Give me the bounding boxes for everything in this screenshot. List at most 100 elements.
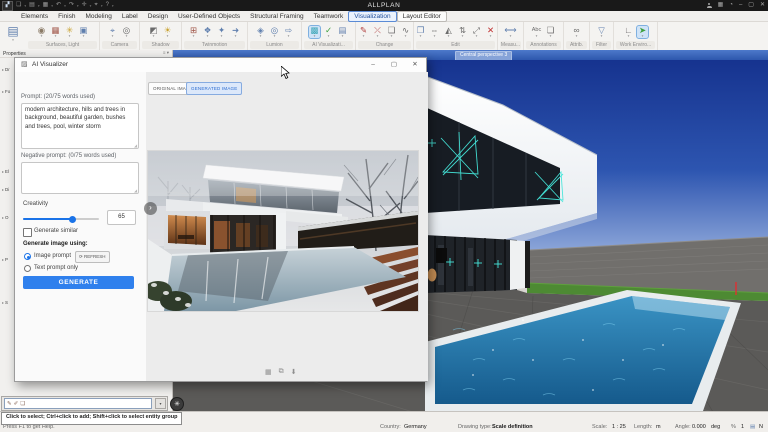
properties-item[interactable]: ▸S <box>2 300 8 305</box>
save-icon[interactable]: ⬇ <box>291 368 297 376</box>
lumion-view-icon[interactable]: ◎▾ <box>269 26 280 38</box>
tab-generated-image[interactable]: GENERATED IMAGE <box>186 82 242 95</box>
sun-icon[interactable]: ☀▾ <box>162 26 173 38</box>
dialog-minimize-button[interactable]: – <box>366 60 380 70</box>
resize-handle-icon[interactable]: ◢ <box>134 188 137 193</box>
mirror-icon[interactable]: ⇔▾ <box>429 26 440 38</box>
lumion-export-icon[interactable]: ◈▾ <box>255 26 266 38</box>
render-surface-icon[interactable]: ◉▾ <box>36 26 47 38</box>
ai-image-icon[interactable]: ▤▾ <box>337 26 348 38</box>
generate-similar-checkbox[interactable] <box>23 228 32 237</box>
angle-value[interactable]: 0.000 <box>692 424 706 430</box>
minimize-icon[interactable]: – <box>739 0 742 11</box>
resize-handle-icon[interactable]: ◢ <box>134 143 137 148</box>
length-value[interactable]: m <box>656 424 661 430</box>
match-icon[interactable]: ✐ <box>14 401 19 407</box>
copy-icon[interactable]: ⧉ <box>279 368 284 376</box>
properties-item[interactable]: ▸Dr <box>2 67 10 72</box>
copy-icon[interactable]: ❐▾ <box>415 26 426 38</box>
properties-header-icons[interactable]: ≡ ▾ <box>163 50 169 56</box>
refresh-icon: ⟳ <box>79 254 83 259</box>
prompt-input[interactable]: modern architecture, hills and trees in … <box>21 103 139 149</box>
twinmotion-sync-icon[interactable]: ✦▾ <box>216 26 227 38</box>
modify-split-icon[interactable]: ⤫▾ <box>372 26 383 38</box>
lumion-open-icon[interactable]: ⇨▾ <box>283 26 294 38</box>
camera-path-icon[interactable]: ⌖▾ <box>107 26 118 38</box>
menu-tab-finish[interactable]: Finish <box>53 12 80 21</box>
clipboard-icon[interactable]: ❏ <box>20 401 25 407</box>
projector-icon[interactable]: ▣▾ <box>78 26 89 38</box>
panel-collapse-icon[interactable]: ▾ <box>167 50 169 55</box>
shadow-icon[interactable]: ◩▾ <box>148 26 159 38</box>
modify-doc-icon[interactable]: ❏▾ <box>386 26 397 38</box>
filter-funnel-icon[interactable]: ▽▾ <box>596 26 607 38</box>
text-prompt-radio[interactable] <box>24 265 31 272</box>
angle-unit[interactable]: deg <box>711 424 720 430</box>
delete-icon[interactable]: ✕▾ <box>485 26 496 38</box>
close-icon[interactable]: ✕ <box>760 0 765 11</box>
menu-tab-user-defined-objects[interactable]: User-Defined Objects <box>173 12 245 21</box>
menu-tab-visualization[interactable]: Visualization <box>348 11 396 22</box>
quality-check-icon[interactable]: ✓▾ <box>323 26 334 38</box>
user-icon[interactable] <box>707 3 712 8</box>
drawing-type-value[interactable]: Scale definition <box>492 424 533 430</box>
refresh-button[interactable]: ⟳ REFRESH <box>75 251 110 263</box>
image-prompt-radio[interactable] <box>24 253 31 260</box>
layer-icon[interactable]: ▤ <box>750 424 755 430</box>
menu-tab-modeling[interactable]: Modeling <box>80 12 116 21</box>
creativity-slider[interactable] <box>23 215 99 223</box>
dialog-title-bar[interactable]: ▨ AI Visualizer – ▢ ✕ <box>15 58 426 73</box>
menu-tab-layout-editor[interactable]: Layout Editor <box>397 11 447 22</box>
apply-surface-icon[interactable]: ▦▾ <box>50 26 61 38</box>
dialog-left-panel: Prompt: (20/75 words used) modern archit… <box>15 72 146 381</box>
carousel-chevron-button[interactable]: › <box>144 202 157 215</box>
array-icon[interactable]: ⇅▾ <box>457 26 468 38</box>
menu-tab-label[interactable]: Label <box>117 12 143 21</box>
command-input[interactable]: ✎✐❏ <box>4 398 152 409</box>
image-icon[interactable]: ▦ <box>265 368 272 376</box>
menu-tab-structural-framing[interactable]: Structural Framing <box>245 12 308 21</box>
pen-icon[interactable]: ✎ <box>7 401 12 407</box>
modify-curve-icon[interactable]: ∿▾ <box>400 26 411 38</box>
text-abc-icon[interactable]: Abc▾ <box>531 26 542 38</box>
navigation-wheel-icon[interactable]: ✳ <box>170 397 184 411</box>
attributes-icon[interactable]: ∞▾ <box>571 26 582 38</box>
properties-item[interactable]: ▸Di <box>2 187 9 192</box>
menu-tab-teamwork[interactable]: Teamwork <box>309 12 349 21</box>
twinmotion-export-icon[interactable]: ❖▾ <box>202 26 213 38</box>
command-dropdown-button[interactable]: ▾ <box>155 398 166 409</box>
percent-value[interactable]: 1 <box>741 424 744 430</box>
properties-palette-button[interactable]: ▤ ▾ <box>3 24 23 48</box>
twinmotion-open-icon[interactable]: ➜▾ <box>230 26 241 38</box>
dialog-title: AI Visualizer <box>32 61 68 68</box>
negative-prompt-input[interactable] <box>21 162 139 194</box>
movie-icon[interactable]: ⊞▾ <box>188 26 199 38</box>
creativity-value[interactable]: 65 <box>107 210 136 225</box>
annotation-doc-icon[interactable]: ❏▾ <box>545 26 556 38</box>
dialog-close-button[interactable]: ✕ <box>408 60 422 70</box>
grid-icon[interactable]: ▦ <box>718 0 724 11</box>
camera-icon[interactable]: ◎▾ <box>121 26 132 38</box>
properties-item[interactable]: ▸P <box>2 257 8 262</box>
scale-value[interactable]: 1 : 25 <box>612 424 626 430</box>
resize-icon[interactable]: ⤢▾ <box>471 26 482 38</box>
workspace-icon[interactable]: ∟▾ <box>623 26 634 38</box>
menu-tab-design[interactable]: Design <box>143 12 173 21</box>
modify-pen-icon[interactable]: ✎▾ <box>358 26 369 38</box>
light-icon[interactable]: ✳▾ <box>64 26 75 38</box>
properties-item[interactable]: ▸El <box>2 169 9 174</box>
ai-visualizer-icon[interactable]: ▩▾ <box>309 26 320 38</box>
rotate-icon[interactable]: ◭▾ <box>443 26 454 38</box>
generated-image[interactable] <box>148 151 418 311</box>
measure-icon[interactable]: ⟷▾ <box>505 26 516 38</box>
creativity-handle[interactable] <box>69 216 76 223</box>
properties-item[interactable]: ▸Fo <box>2 89 10 94</box>
menu-tab-elements[interactable]: Elements <box>16 12 53 21</box>
dialog-maximize-button[interactable]: ▢ <box>387 60 401 70</box>
restore-icon[interactable]: ▢ <box>748 0 754 11</box>
generate-button[interactable]: GENERATE <box>23 276 134 289</box>
properties-item[interactable]: ▸O <box>2 215 9 220</box>
active-environment-icon[interactable]: ➤▾ <box>637 26 648 38</box>
country-value[interactable]: Germany <box>404 424 427 430</box>
clock-icon[interactable]: ◔ <box>729 0 733 11</box>
